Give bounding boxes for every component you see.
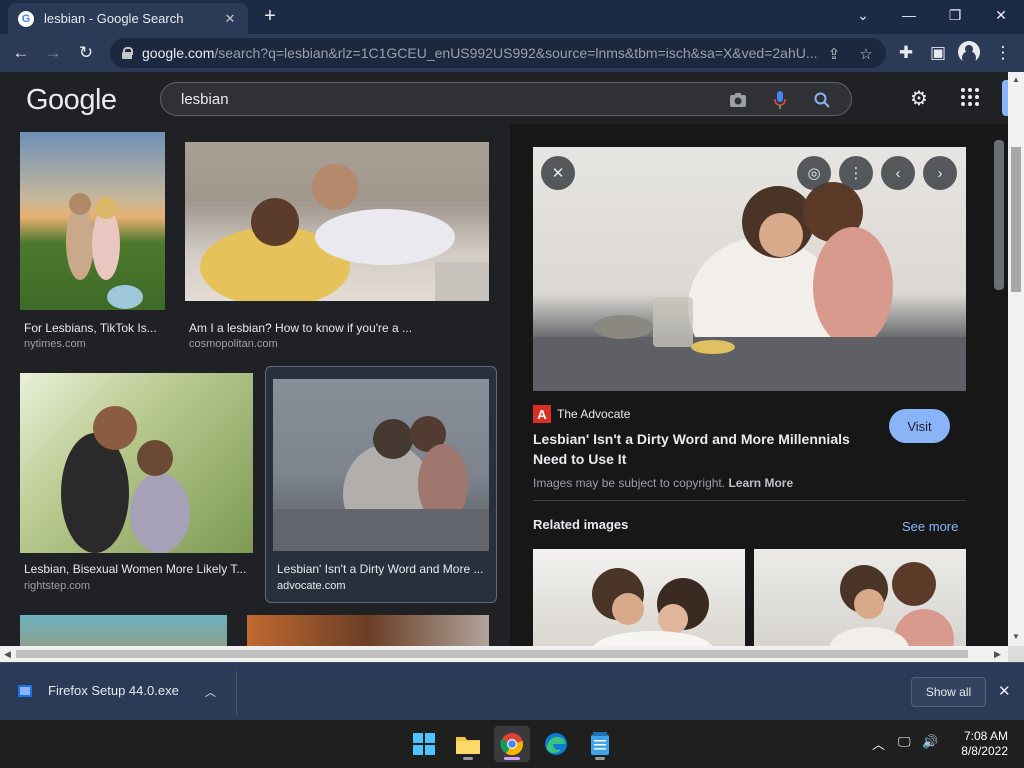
close-preview-icon[interactable]: ✕	[541, 156, 575, 190]
page-scrollbar-thumb[interactable]	[1011, 147, 1021, 292]
clock-date: 8/8/2022	[961, 744, 1008, 758]
chrome-taskbar-icon[interactable]	[494, 726, 530, 762]
result-source[interactable]: nytimes.com	[24, 338, 86, 350]
browser-toolbar: ← → ↻ google.com/search?q=lesbian&rlz=1C…	[0, 34, 1024, 72]
restore-button[interactable]: ❐	[932, 0, 978, 30]
preview-scrollbar[interactable]	[990, 124, 1008, 646]
reload-icon[interactable]: ↻	[73, 40, 99, 66]
new-tab-button[interactable]: +	[258, 6, 282, 28]
installer-file-icon	[18, 684, 32, 697]
search-input[interactable]: lesbian	[181, 91, 851, 108]
preview-scrollbar-thumb[interactable]	[994, 140, 1004, 290]
bookmark-star-icon[interactable]: ☆	[856, 44, 876, 64]
side-panel-icon[interactable]: ▣	[925, 40, 951, 66]
next-image-icon[interactable]: ›	[923, 156, 957, 190]
google-images-page: Google lesbian ⚙ For Lesbians, TikTok Is…	[0, 72, 1008, 646]
google-logo[interactable]: Google	[26, 84, 117, 117]
show-all-button[interactable]: Show all	[911, 677, 986, 707]
tab-title: lesbian - Google Search	[44, 11, 184, 26]
file-explorer-icon[interactable]	[450, 726, 486, 762]
scrollbar-corner	[1008, 646, 1024, 662]
download-shelf: Firefox Setup 44.0.exe ︿ Show all ✕	[0, 662, 1024, 720]
chevron-up-icon[interactable]: ︿	[205, 684, 216, 700]
result-title[interactable]: Lesbian' Isn't a Dirty Word and More ...	[277, 562, 487, 576]
result-image[interactable]	[20, 373, 253, 553]
window-close-button[interactable]: ✕	[978, 0, 1024, 30]
more-options-icon[interactable]: ⋮	[839, 156, 873, 190]
chrome-menu-icon[interactable]: ⋮	[990, 40, 1016, 66]
share-icon[interactable]: ⇪	[824, 44, 844, 64]
result-source[interactable]: advocate.com	[277, 580, 345, 592]
clock-time: 7:08 AM	[963, 729, 1008, 743]
lock-icon[interactable]	[122, 47, 133, 59]
microphone-icon[interactable]	[769, 89, 791, 111]
preview-site[interactable]: A The Advocate	[533, 405, 630, 423]
related-images-heading: Related images	[533, 517, 629, 532]
browser-tab-strip: G lesbian - Google Search ✕ + ⌄ — ❐ ✕	[0, 0, 1024, 34]
page-horizontal-scrollbar[interactable]: ◀ ▶	[0, 646, 1008, 662]
copyright-notice: Images may be subject to copyright. Lear…	[533, 476, 794, 490]
windows-taskbar: ︿ 🖵 🔊 7:08 AM 8/8/2022	[0, 720, 1024, 768]
preview-panel: ✕ ◎ ⋮ ‹ › A The Advocate Lesbian' Isn't …	[510, 124, 990, 646]
page-vertical-scrollbar[interactable]: ▲ ▼	[1008, 72, 1024, 646]
preview-title[interactable]: Lesbian' Isn't a Dirty Word and More Mil…	[533, 429, 873, 469]
previous-image-icon[interactable]: ‹	[881, 156, 915, 190]
search-box[interactable]: lesbian	[160, 82, 852, 116]
volume-icon[interactable]: 🔊	[922, 734, 938, 750]
result-image-partial[interactable]	[247, 615, 489, 646]
show-hidden-icons-chevron-icon[interactable]: ︿	[872, 734, 885, 753]
edge-browser-icon[interactable]	[538, 726, 574, 762]
url-text: google.com/search?q=lesbian&rlz=1C1GCEU_…	[142, 45, 818, 61]
related-image-1[interactable]	[533, 549, 745, 646]
notepad-icon[interactable]	[582, 726, 618, 762]
see-more-link[interactable]: See more	[902, 519, 958, 534]
forward-arrow-icon[interactable]: →	[40, 40, 66, 66]
scroll-up-arrow-icon[interactable]: ▲	[1012, 75, 1020, 84]
result-title[interactable]: Am I a lesbian? How to know if you're a …	[189, 321, 489, 335]
related-image-2[interactable]	[754, 549, 966, 646]
search-icon[interactable]	[811, 89, 833, 111]
profile-avatar-icon[interactable]	[958, 41, 980, 63]
tab-close-icon[interactable]: ✕	[222, 11, 238, 27]
back-arrow-icon[interactable]: ←	[8, 40, 34, 66]
address-bar[interactable]: google.com/search?q=lesbian&rlz=1C1GCEU_…	[110, 38, 886, 68]
network-icon[interactable]: 🖵	[898, 734, 911, 750]
google-favicon-icon: G	[18, 10, 34, 27]
windows-start-icon[interactable]	[406, 726, 442, 762]
system-clock[interactable]: 7:08 AM 8/8/2022	[950, 729, 1008, 759]
scroll-left-arrow-icon[interactable]: ◀	[4, 649, 11, 660]
scroll-down-arrow-icon[interactable]: ▼	[1012, 632, 1020, 641]
download-file-name: Firefox Setup 44.0.exe	[48, 683, 179, 698]
extensions-puzzle-icon[interactable]: ✚	[893, 40, 919, 66]
scroll-right-arrow-icon[interactable]: ▶	[994, 649, 1001, 660]
divider	[236, 671, 237, 715]
lens-search-icon[interactable]: ◎	[797, 156, 831, 190]
result-image[interactable]	[273, 379, 489, 551]
result-image-partial[interactable]	[20, 615, 227, 646]
tab-search-chevron-icon[interactable]: ⌄	[840, 0, 886, 30]
result-source[interactable]: cosmopolitan.com	[189, 338, 278, 350]
result-source[interactable]: rightstep.com	[24, 580, 90, 592]
minimize-button[interactable]: —	[886, 0, 932, 30]
advocate-favicon-icon: A	[533, 405, 551, 423]
camera-icon[interactable]	[727, 89, 749, 111]
result-image[interactable]	[185, 142, 489, 301]
divider	[533, 500, 966, 501]
google-apps-icon[interactable]	[961, 88, 979, 106]
result-title[interactable]: Lesbian, Bisexual Women More Likely T...	[24, 562, 252, 576]
settings-gear-icon[interactable]: ⚙	[907, 86, 931, 110]
visit-button[interactable]: Visit	[889, 409, 950, 443]
site-name: The Advocate	[557, 407, 631, 421]
horizontal-scrollbar-thumb[interactable]	[16, 650, 968, 658]
download-item[interactable]: Firefox Setup 44.0.exe	[18, 683, 179, 698]
result-image[interactable]	[20, 132, 165, 310]
close-downloads-icon[interactable]: ✕	[998, 682, 1011, 700]
result-title[interactable]: For Lesbians, TikTok Is...	[24, 321, 166, 335]
learn-more-link[interactable]: Learn More	[728, 476, 793, 490]
browser-tab[interactable]: G lesbian - Google Search ✕	[8, 3, 248, 34]
